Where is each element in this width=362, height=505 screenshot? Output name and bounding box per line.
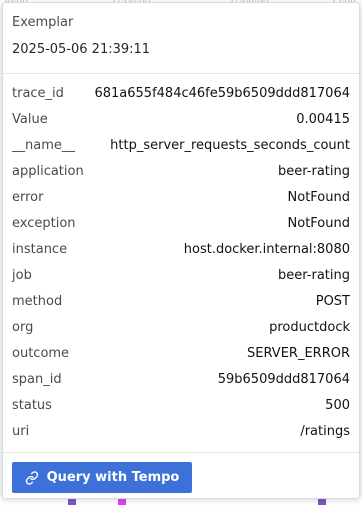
- field-key: method: [12, 294, 63, 309]
- field-row-value: Value 0.00415: [12, 107, 350, 133]
- field-key: span_id: [12, 372, 62, 387]
- field-key: error: [12, 190, 44, 205]
- exemplar-tooltip: Exemplar 2025-05-06 21:39:11 trace_id 681…: [2, 2, 360, 499]
- field-row-name: __name__ http_server_requests_seconds_cou…: [12, 133, 350, 159]
- field-value: 500: [325, 398, 350, 413]
- field-key: trace_id: [12, 86, 64, 101]
- footer-divider: [3, 452, 359, 453]
- field-key: job: [12, 268, 32, 283]
- field-row-job: job beer-rating: [12, 263, 350, 289]
- field-key: org: [12, 320, 34, 335]
- field-value: SERVER_ERROR: [247, 346, 350, 361]
- field-value: /ratings: [300, 424, 350, 439]
- field-key: instance: [12, 242, 68, 257]
- field-row-instance: instance host.docker.internal:8080: [12, 237, 350, 263]
- field-row-status: status 500: [12, 393, 350, 419]
- field-value: http_server_requests_seconds_count: [110, 138, 350, 153]
- exemplar-timestamp: 2025-05-06 21:39:11: [12, 42, 151, 57]
- field-value: productdock: [269, 320, 350, 335]
- field-row-error: error NotFound: [12, 185, 350, 211]
- field-key: __name__: [12, 138, 75, 153]
- field-key: Value: [12, 112, 48, 127]
- field-row-span-id: span_id 59b6509ddd817064: [12, 367, 350, 393]
- field-value: beer-rating: [278, 164, 350, 179]
- field-key: outcome: [12, 346, 70, 361]
- field-row-method: method POST: [12, 289, 350, 315]
- query-button-label: Query with Tempo: [46, 470, 180, 485]
- field-row-application: application beer-rating: [12, 159, 350, 185]
- field-value: NotFound: [287, 216, 350, 231]
- header-divider: [3, 73, 359, 74]
- field-value: 59b6509ddd817064: [217, 372, 350, 387]
- field-value: host.docker.internal:8080: [183, 242, 350, 257]
- field-row-uri: uri/ratings: [12, 419, 350, 445]
- link-icon: [25, 470, 39, 485]
- field-key: application: [12, 164, 84, 179]
- field-row-outcome: outcome SERVER_ERROR: [12, 341, 350, 367]
- field-key: status: [12, 398, 52, 413]
- exemplar-title: Exemplar: [12, 15, 74, 30]
- exemplar-fields-list: trace_id 681a655f484c46fe59b6509ddd817064…: [12, 81, 350, 445]
- field-value: 681a655f484c46fe59b6509ddd817064: [94, 86, 350, 101]
- query-with-tempo-button[interactable]: Query with Tempo: [12, 462, 192, 493]
- field-key: uri: [12, 424, 30, 439]
- field-row-exception: exception NotFound: [12, 211, 350, 237]
- field-value: POST: [315, 294, 350, 309]
- background-series-mark: [68, 499, 76, 505]
- field-row-trace-id: trace_id 681a655f484c46fe59b6509ddd817064: [12, 81, 350, 107]
- background-series-mark: [318, 499, 326, 505]
- exemplar-header: Exemplar 2025-05-06 21:39:11: [3, 3, 359, 67]
- field-value: 0.00415: [296, 112, 350, 127]
- field-key: exception: [12, 216, 76, 231]
- field-value: NotFound: [287, 190, 350, 205]
- background-series-mark: [118, 499, 126, 505]
- field-value: beer-rating: [278, 268, 350, 283]
- field-row-org: org productdock: [12, 315, 350, 341]
